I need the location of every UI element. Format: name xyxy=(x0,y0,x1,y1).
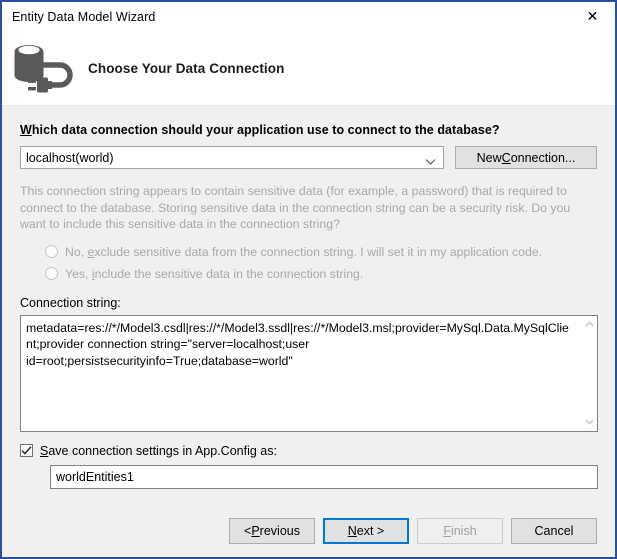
radio-include-sensitive-data[interactable]: Yes, include the sensitive data in the c… xyxy=(45,267,597,281)
data-connection-dropdown-value: localhost(world) xyxy=(21,151,114,165)
finish-button: Finish xyxy=(417,518,503,544)
new-connection-prefix: New xyxy=(477,151,502,165)
data-connection-dropdown[interactable]: localhost(world) xyxy=(20,146,444,169)
sensitive-data-warning: This connection string appears to contai… xyxy=(20,183,598,233)
radio-button-icon xyxy=(45,245,58,258)
entities-name-value: worldEntities1 xyxy=(51,470,134,484)
cancel-prefix: Cancel xyxy=(535,524,574,538)
connection-string-scrollbar[interactable] xyxy=(580,316,597,431)
connection-row: localhost(world) New Connection... xyxy=(20,146,597,169)
question-accel: W xyxy=(20,123,32,137)
radio-exclude-suffix: xclude sensitive data from the connectio… xyxy=(94,245,542,259)
connection-question-label: Which data connection should your applic… xyxy=(20,123,597,137)
previous-prefix: < xyxy=(244,524,251,538)
chevron-up-icon[interactable] xyxy=(581,316,597,333)
entity-data-model-wizard-dialog: Entity Data Model Wizard ✕ Ch xyxy=(0,0,617,559)
save-settings-row: Save connection settings in App.Config a… xyxy=(20,444,597,458)
chevron-down-icon xyxy=(425,154,436,161)
radio-exclude-prefix: No, xyxy=(65,245,88,259)
page-title: Choose Your Data Connection xyxy=(88,61,284,76)
database-connection-icon xyxy=(10,32,76,102)
new-connection-accel: C xyxy=(502,151,511,165)
connection-string-textarea[interactable]: metadata=res://*/Model3.csdl|res://*/Mod… xyxy=(20,315,598,432)
connection-string-label: Connection string: xyxy=(20,296,597,310)
radio-exclude-label: No, exclude sensitive data from the conn… xyxy=(65,245,542,259)
new-connection-button[interactable]: New Connection... xyxy=(455,146,597,169)
connection-string-value: metadata=res://*/Model3.csdl|res://*/Mod… xyxy=(21,316,580,431)
save-settings-suffix: ave connection settings in App.Config as… xyxy=(48,444,277,458)
radio-button-icon xyxy=(45,267,58,280)
next-accel: N xyxy=(348,524,357,538)
finish-suffix: inish xyxy=(451,524,477,538)
chevron-down-icon[interactable] xyxy=(581,414,597,431)
cancel-button[interactable]: Cancel xyxy=(511,518,597,544)
close-icon: ✕ xyxy=(587,10,599,24)
wizard-header: Choose Your Data Connection xyxy=(2,32,615,106)
close-button[interactable]: ✕ xyxy=(570,2,615,32)
radio-include-suffix: nclude the sensitive data in the connect… xyxy=(95,267,364,281)
entities-name-input[interactable]: worldEntities1 xyxy=(50,465,598,489)
next-button[interactable]: Next > xyxy=(323,518,409,544)
save-settings-label: Save connection settings in App.Config a… xyxy=(40,444,277,458)
finish-accel: F xyxy=(443,524,451,538)
new-connection-suffix: onnection... xyxy=(511,151,576,165)
next-suffix: ext > xyxy=(357,524,384,538)
previous-suffix: revious xyxy=(260,524,300,538)
radio-exclude-sensitive-data[interactable]: No, exclude sensitive data from the conn… xyxy=(45,245,597,259)
save-settings-checkbox[interactable] xyxy=(20,444,33,457)
radio-include-label: Yes, include the sensitive data in the c… xyxy=(65,267,363,281)
dialog-footer: < Previous Next > Finish Cancel xyxy=(2,505,615,557)
title-bar: Entity Data Model Wizard ✕ xyxy=(2,2,615,32)
window-title: Entity Data Model Wizard xyxy=(12,10,155,24)
radio-include-prefix: Yes, xyxy=(65,267,92,281)
question-rest: hich data connection should your applica… xyxy=(32,123,500,137)
previous-accel: P xyxy=(251,524,259,538)
dialog-body: Which data connection should your applic… xyxy=(2,106,615,505)
previous-button[interactable]: < Previous xyxy=(229,518,315,544)
